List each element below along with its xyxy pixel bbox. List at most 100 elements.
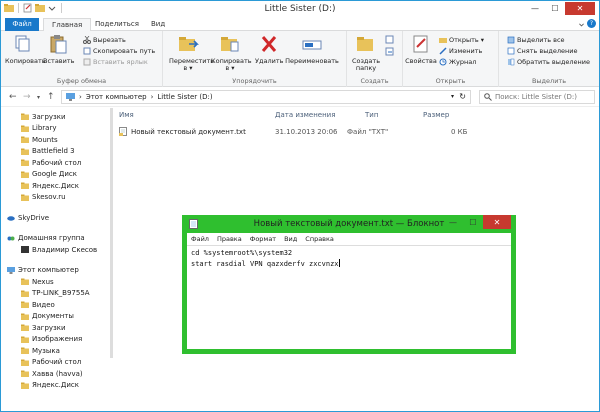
nav-label: Library — [32, 124, 57, 133]
forward-arrow-icon[interactable]: → — [23, 92, 31, 102]
rename-button[interactable]: Переименовать — [285, 34, 339, 65]
cut-button[interactable]: Вырезать — [83, 36, 126, 44]
move-to-button[interactable]: Переместить в ▾ — [169, 34, 214, 72]
menu-format[interactable]: Формат — [250, 235, 276, 243]
text-line-2: start rasdial VPN qazxderfv zxcvnzx — [191, 259, 339, 268]
ribbon: Копировать Вставить Вырезать Скопировать… — [1, 31, 599, 87]
chevron-down-icon[interactable] — [578, 21, 585, 28]
nav-item-computer-child[interactable]: Музыка — [1, 345, 113, 357]
menu-file[interactable]: Файл — [191, 235, 209, 243]
nav-label: Этот компьютер — [18, 266, 79, 275]
navigation-pane: Загрузки Library Mounts Battlefield 3 Рабочи… — [1, 108, 113, 412]
music-folder-icon — [21, 347, 29, 355]
column-name[interactable]: Имя — [119, 111, 134, 119]
nav-item-computer-child[interactable]: Яндекс.Диск — [1, 380, 113, 392]
properties-label: Свойства — [405, 57, 437, 65]
nav-item-favorite[interactable]: Яндекс.Диск — [1, 180, 113, 192]
nav-item-computer-child[interactable]: TP-LINK_B9755A — [1, 288, 113, 300]
delete-button[interactable]: Удалить — [255, 34, 283, 65]
nav-item-computer-child[interactable]: Изображения — [1, 334, 113, 346]
column-date[interactable]: Дата изменения — [275, 111, 335, 119]
nav-item-homegroup-user[interactable]: Владимир Скесов — [1, 244, 113, 256]
nav-item-computer-child[interactable]: Рабочий стол — [1, 357, 113, 369]
nav-item-favorite[interactable]: Mounts — [1, 134, 113, 146]
menu-help[interactable]: Справка — [305, 235, 334, 243]
nav-item-computer-child[interactable]: Видео — [1, 299, 113, 311]
tab-file[interactable]: Файл — [5, 18, 39, 31]
tab-home[interactable]: Главная — [43, 18, 92, 32]
documents-folder-icon — [21, 313, 29, 320]
address-bar[interactable]: › Этот компьютер › Little Sister (D:) ▾ … — [61, 90, 471, 104]
nav-item-favorite[interactable]: Google Диск — [1, 169, 113, 181]
copy-path-button[interactable]: Скопировать путь — [83, 47, 155, 55]
network-drive-icon — [21, 278, 29, 286]
nav-label: Изображения — [32, 335, 83, 344]
nav-item-favorite[interactable]: Рабочий стол — [1, 157, 113, 169]
notepad-maximize-button[interactable]: ☐ — [463, 215, 483, 229]
ribbon-tabs: Файл Главная Поделиться Вид ? — [1, 18, 599, 32]
up-arrow-icon[interactable]: ↑ — [47, 92, 55, 102]
breadcrumb-current[interactable]: Little Sister (D:) — [157, 93, 212, 101]
group-clipboard: Копировать Вставить Вырезать Скопировать… — [1, 31, 163, 87]
folder-icon — [21, 194, 29, 201]
select-none-button[interactable]: Снять выделение — [507, 47, 577, 55]
user-icon — [21, 246, 29, 254]
minimize-button[interactable]: — — [525, 2, 545, 15]
refresh-icon[interactable]: ↻ — [459, 92, 466, 101]
nav-item-computer-child[interactable]: Загрузки — [1, 322, 113, 334]
maximize-button[interactable]: ☐ — [545, 2, 565, 15]
tab-view[interactable]: Вид — [143, 18, 173, 31]
nav-item-computer[interactable]: Этот компьютер — [1, 265, 113, 277]
column-type[interactable]: Тип — [365, 111, 378, 119]
select-all-button[interactable]: Выделить все — [507, 36, 565, 44]
new-folder-button[interactable]: Создать папку — [351, 34, 381, 72]
notepad-minimize-button[interactable]: — — [443, 215, 463, 229]
open-button[interactable]: Открыть ▾ — [439, 36, 484, 44]
table-row[interactable]: Новый текстовый документ.txt 31.10.2013 … — [115, 125, 475, 138]
nav-label: TP-LINK_B9755A — [32, 289, 90, 298]
video-folder-icon — [21, 301, 29, 309]
close-button[interactable]: ✕ — [565, 2, 595, 15]
nav-item-computer-child[interactable]: Хавва (havva) — [1, 368, 113, 380]
nav-item-skydrive[interactable]: SkyDrive — [1, 212, 113, 224]
text-file-icon — [119, 127, 127, 136]
scissors-icon — [83, 36, 91, 44]
copy-button[interactable]: Копировать — [5, 34, 46, 65]
edit-button[interactable]: Изменить — [439, 47, 482, 55]
new-item-icon[interactable] — [385, 35, 395, 44]
paste-shortcut-label: Вставить ярлык — [93, 58, 148, 66]
breadcrumb-root[interactable]: Этот компьютер — [86, 93, 147, 101]
easy-access-icon[interactable] — [385, 47, 395, 56]
properties-button[interactable]: Свойства — [405, 34, 437, 65]
paste-shortcut-button[interactable]: Вставить ярлык — [83, 58, 148, 66]
copy-to-button[interactable]: Копировать в ▾ — [211, 34, 252, 72]
menu-view[interactable]: Вид — [284, 235, 297, 243]
notepad-window-controls: — ☐ ✕ — [443, 215, 511, 229]
chevron-down-icon[interactable]: ▾ — [37, 94, 40, 101]
tab-share[interactable]: Поделиться — [87, 18, 147, 31]
notepad-text-area[interactable]: cd %systemroot%\system32 start rasdial VP… — [187, 245, 511, 349]
search-box[interactable]: Поиск: Little Sister (D:) — [479, 90, 595, 104]
menu-edit[interactable]: Правка — [217, 235, 242, 243]
nav-item-favorite[interactable]: Battlefield 3 — [1, 146, 113, 158]
chevron-down-icon[interactable]: ▾ — [451, 93, 454, 100]
group-label-clipboard: Буфер обмена — [56, 77, 107, 85]
nav-item-computer-child[interactable]: Документы — [1, 311, 113, 323]
paste-button[interactable]: Вставить — [43, 34, 74, 65]
group-label-create: Создать — [360, 77, 389, 85]
invert-selection-button[interactable]: Обратить выделение — [507, 58, 590, 66]
history-button[interactable]: Журнал — [439, 58, 476, 66]
nav-item-favorite[interactable]: Library — [1, 123, 113, 135]
help-icon[interactable]: ? — [587, 19, 596, 28]
nav-item-homegroup[interactable]: Домашняя группа — [1, 233, 113, 245]
invert-selection-icon — [508, 58, 515, 66]
nav-item-favorite[interactable]: Skesov.ru — [1, 192, 113, 204]
nav-item-favorite[interactable]: Загрузки — [1, 111, 113, 123]
nav-item-computer-child[interactable]: Nexus — [1, 276, 113, 288]
properties-icon — [413, 35, 428, 53]
back-arrow-icon[interactable]: ← — [9, 92, 17, 102]
folder-icon — [21, 136, 29, 144]
notepad-close-button[interactable]: ✕ — [483, 215, 511, 229]
column-size[interactable]: Размер — [423, 111, 449, 119]
nav-label: Google Диск — [32, 170, 78, 179]
